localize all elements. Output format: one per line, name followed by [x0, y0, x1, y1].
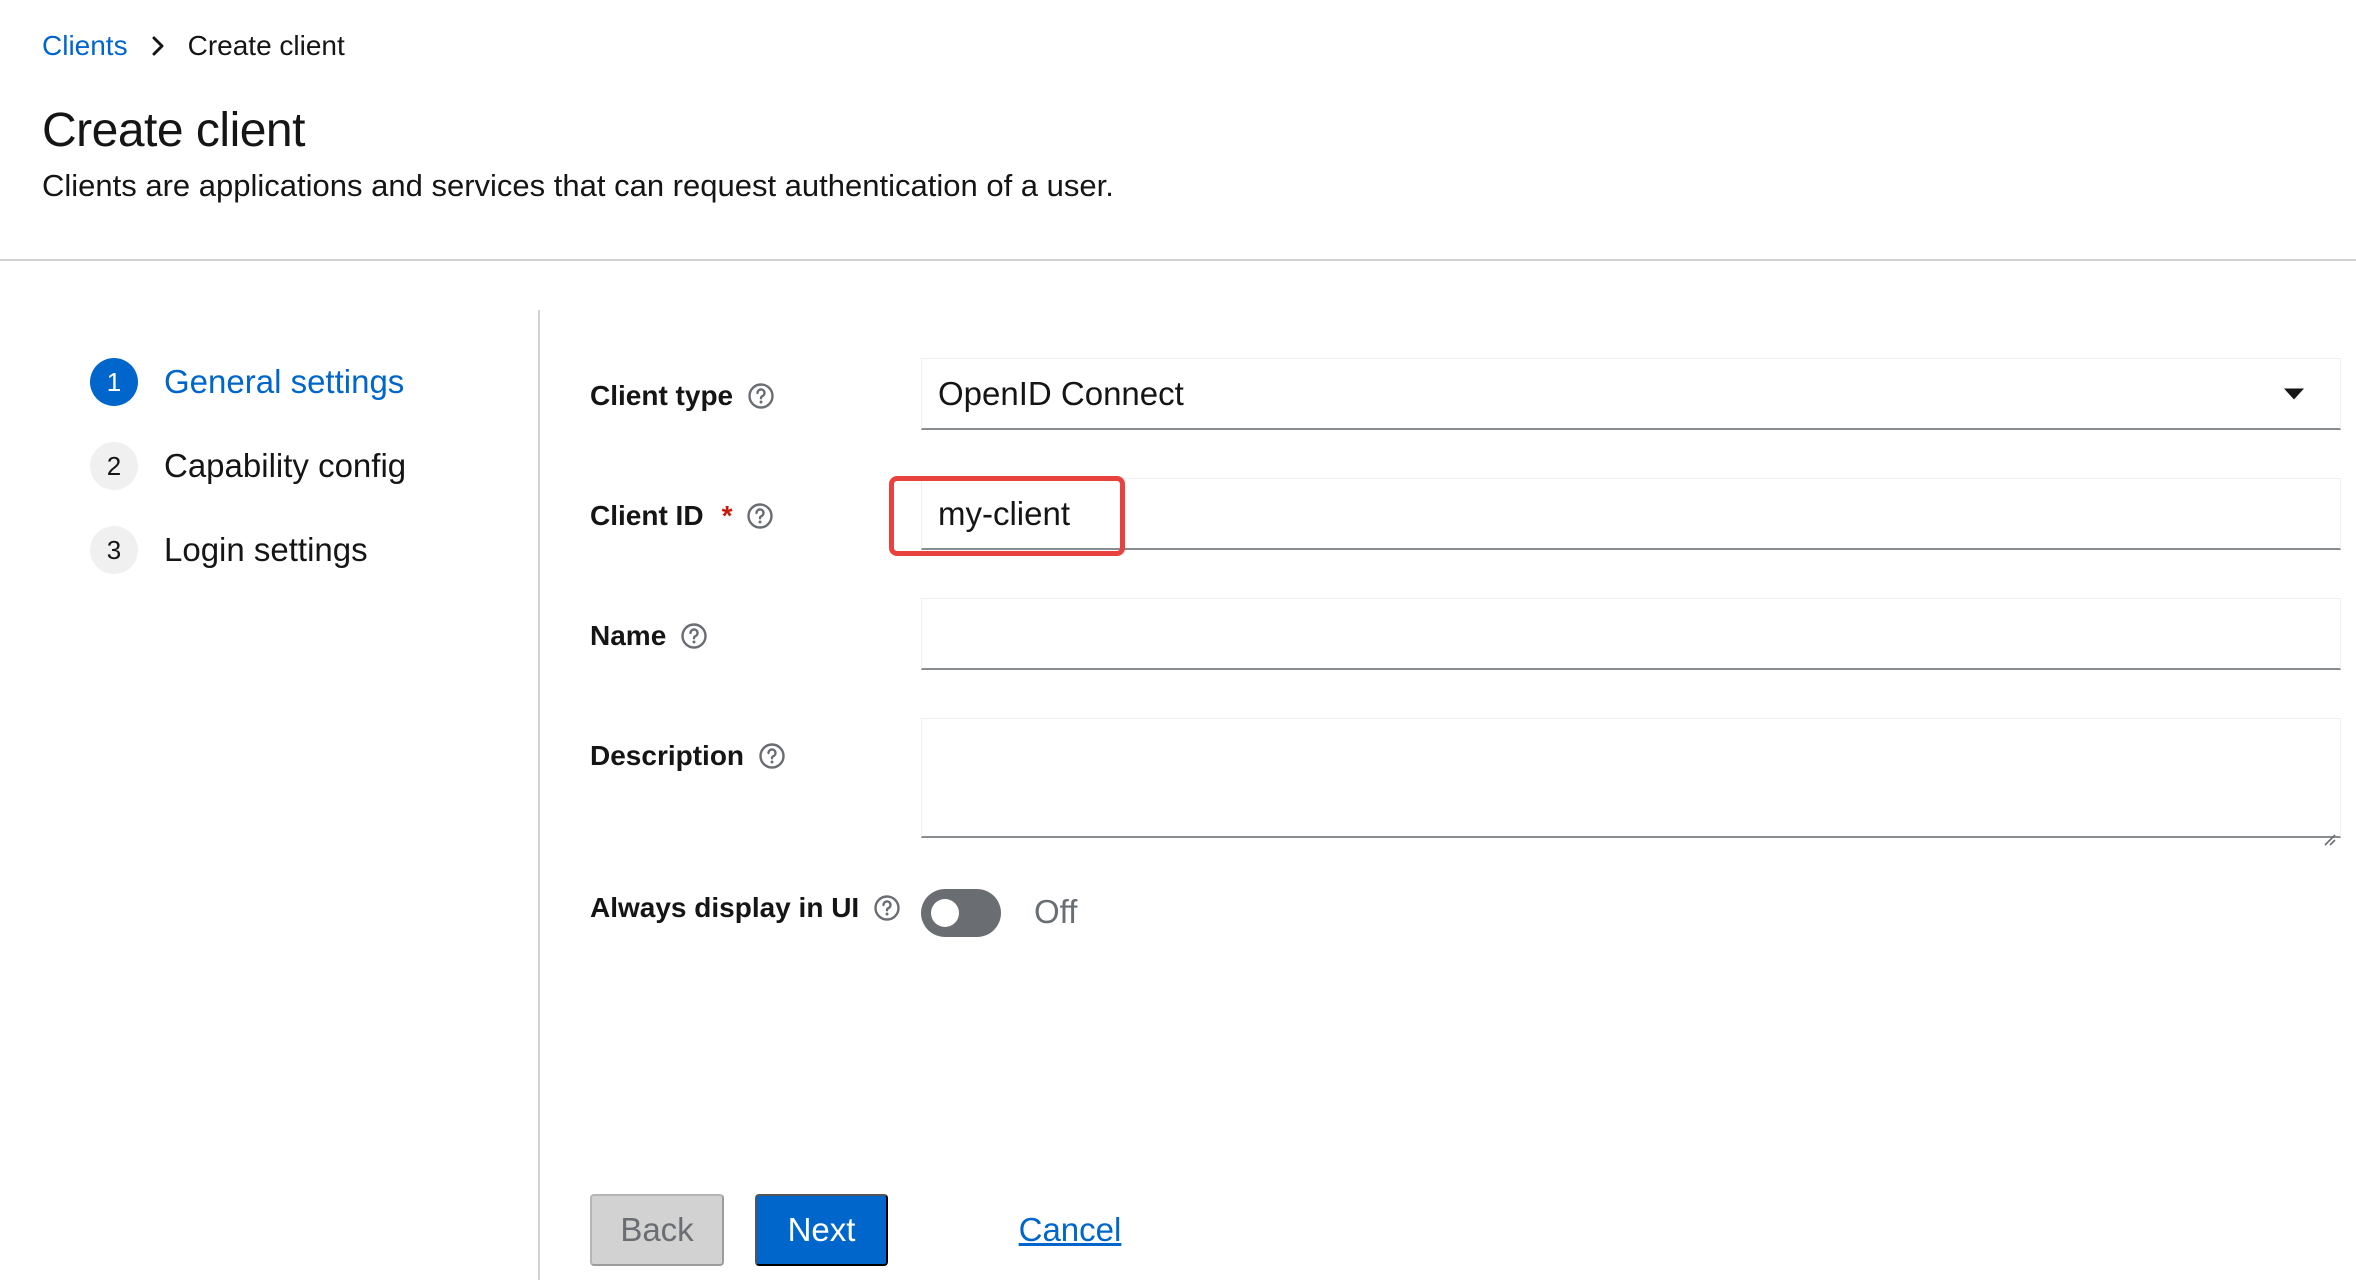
breadcrumb-link-clients[interactable]: Clients [42, 30, 128, 62]
page-title: Create client [42, 104, 305, 157]
page-description: Clients are applications and services th… [42, 168, 1114, 203]
chevron-right-icon [128, 36, 188, 56]
toggle-state-label: Off [1034, 893, 1078, 930]
description-label-text: Description [590, 740, 745, 771]
step-label: General settings [164, 363, 405, 400]
client-type-label: Client type [590, 380, 775, 412]
client-id-input[interactable]: my-client [921, 478, 2341, 550]
client-type-value: OpenID Connect [938, 374, 1184, 412]
step-label: Login settings [164, 531, 368, 568]
required-marker: * [721, 500, 733, 531]
wizard-nav: 1 General settings 2 Capability config 3… [0, 310, 540, 1280]
step-number: 1 [90, 358, 138, 406]
name-label: Name [590, 620, 708, 652]
client-id-value: my-client [938, 494, 1071, 532]
page-header: Clients Create client Create client Clie… [0, 0, 2356, 261]
toggle-knob [931, 899, 959, 927]
help-icon[interactable] [680, 622, 708, 650]
client-type-select[interactable]: OpenID Connect [921, 358, 2341, 430]
step-number: 2 [90, 442, 138, 490]
wizard-step-general-settings[interactable]: 1 General settings [90, 358, 404, 406]
help-icon[interactable] [746, 502, 774, 530]
always-display-label: Always display in UI [590, 892, 901, 924]
description-label: Description [590, 740, 786, 772]
always-display-toggle[interactable] [921, 889, 1001, 937]
caret-down-icon [2284, 388, 2304, 399]
always-display-label-text: Always display in UI [590, 892, 860, 923]
client-type-label-text: Client type [590, 380, 734, 411]
next-button[interactable]: Next [755, 1194, 888, 1266]
name-input[interactable] [921, 598, 2341, 670]
cancel-link[interactable]: Cancel [985, 1194, 1155, 1266]
client-id-label-text: Client ID [590, 500, 704, 531]
client-id-label: Client ID * [590, 500, 774, 532]
help-icon[interactable] [873, 894, 901, 922]
help-icon[interactable] [747, 382, 775, 410]
breadcrumb: Clients Create client [42, 30, 345, 62]
description-textarea[interactable] [921, 718, 2341, 846]
step-label: Capability config [164, 447, 407, 484]
wizard-step-login-settings[interactable]: 3 Login settings [90, 526, 368, 574]
resize-handle-icon[interactable] [2320, 816, 2336, 846]
help-icon[interactable] [758, 742, 786, 770]
wizard-step-capability-config[interactable]: 2 Capability config [90, 442, 406, 490]
breadcrumb-current: Create client [187, 30, 345, 61]
step-number: 3 [90, 526, 138, 574]
back-button[interactable]: Back [590, 1194, 724, 1266]
name-label-text: Name [590, 620, 667, 651]
